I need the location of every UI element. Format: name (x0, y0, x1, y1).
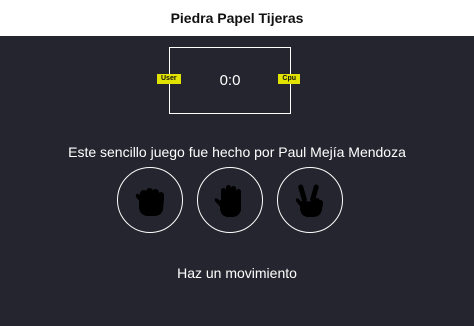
app-header: Piedra Papel Tijeras (0, 0, 474, 36)
cpu-badge: Cpu (278, 74, 300, 84)
rock-button[interactable] (117, 167, 183, 233)
scoreboard: User 0:0 Cpu (157, 47, 300, 114)
scissors-hand-icon (295, 184, 323, 217)
score-display: 0:0 (219, 72, 241, 89)
choice-buttons (0, 167, 474, 235)
status-message: Haz un movimiento (177, 265, 297, 281)
scissors-button[interactable] (277, 167, 343, 233)
paper-button[interactable] (197, 167, 263, 233)
credit-text: Este sencillo juego fue hecho por Paul M… (68, 144, 406, 160)
paper-hand-icon (214, 185, 241, 217)
page-title: Piedra Papel Tijeras (170, 10, 304, 26)
rock-fist-icon (135, 188, 164, 216)
